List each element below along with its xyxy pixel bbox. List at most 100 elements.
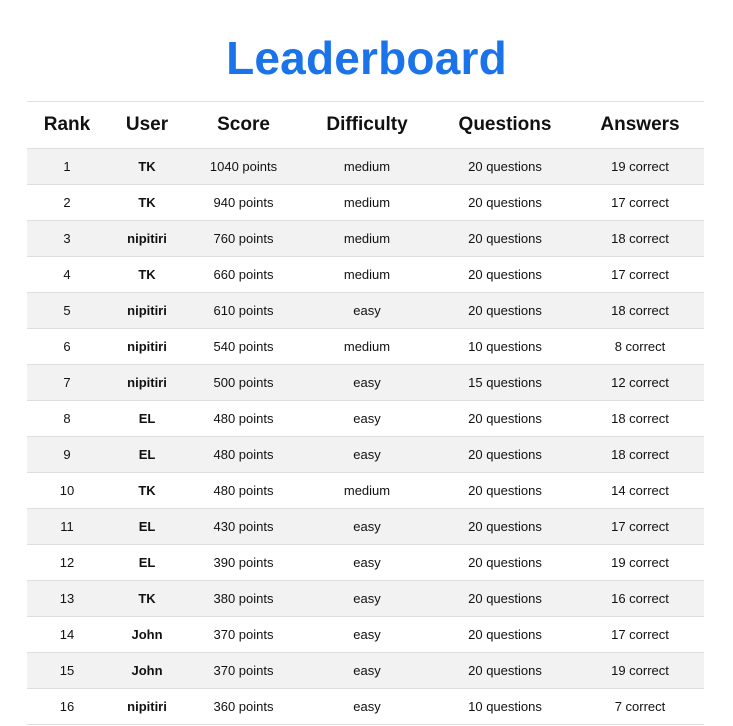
score-cell: 430 points: [187, 508, 300, 545]
user-cell: TK: [107, 148, 187, 185]
table-row: 6 nipitiri 540 points medium 10 questions 8 c…: [27, 328, 704, 365]
difficulty-cell: easy: [300, 364, 434, 401]
questions-cell: 10 questions: [434, 688, 576, 725]
score-cell: 940 points: [187, 184, 300, 221]
answers-cell: 14 correct: [576, 472, 704, 509]
score-cell: 480 points: [187, 472, 300, 509]
table-row: 13 TK 380 points easy 20 questions 16 correct: [27, 580, 704, 617]
rank-cell: 14: [27, 616, 107, 653]
rank-cell: 5: [27, 292, 107, 329]
table-row: 8 EL 480 points easy 20 questions 18 correct: [27, 400, 704, 437]
score-cell: 760 points: [187, 220, 300, 257]
questions-cell: 20 questions: [434, 400, 576, 437]
questions-cell: 20 questions: [434, 256, 576, 293]
column-header-difficulty[interactable]: Difficulty: [300, 101, 434, 149]
difficulty-cell: easy: [300, 688, 434, 725]
leaderboard-table: Rank User Score Difficulty Questions Ans…: [27, 101, 704, 725]
user-cell: nipitiri: [107, 220, 187, 257]
user-cell: nipitiri: [107, 328, 187, 365]
difficulty-cell: easy: [300, 508, 434, 545]
table-row: 15 John 370 points easy 20 questions 19 corre…: [27, 652, 704, 689]
table-body: 1 TK 1040 points medium 20 questions 19 corre…: [27, 148, 704, 725]
table-row: 9 EL 480 points easy 20 questions 18 correct: [27, 436, 704, 473]
user-cell: nipitiri: [107, 364, 187, 401]
questions-cell: 10 questions: [434, 328, 576, 365]
questions-cell: 20 questions: [434, 616, 576, 653]
user-cell: TK: [107, 256, 187, 293]
questions-cell: 20 questions: [434, 220, 576, 257]
score-cell: 660 points: [187, 256, 300, 293]
difficulty-cell: medium: [300, 148, 434, 185]
table-row: 14 John 370 points easy 20 questions 17 corre…: [27, 616, 704, 653]
rank-cell: 15: [27, 652, 107, 689]
difficulty-cell: easy: [300, 652, 434, 689]
table-row: 7 nipitiri 500 points easy 15 questions 12 co…: [27, 364, 704, 401]
column-header-questions[interactable]: Questions: [434, 101, 576, 149]
answers-cell: 18 correct: [576, 436, 704, 473]
difficulty-cell: medium: [300, 220, 434, 257]
questions-cell: 20 questions: [434, 184, 576, 221]
user-cell: EL: [107, 436, 187, 473]
difficulty-cell: easy: [300, 436, 434, 473]
difficulty-cell: medium: [300, 256, 434, 293]
answers-cell: 19 correct: [576, 544, 704, 581]
table-row: 1 TK 1040 points medium 20 questions 19 corre…: [27, 148, 704, 185]
score-cell: 610 points: [187, 292, 300, 329]
table-row: 3 nipitiri 760 points medium 20 questions 18 …: [27, 220, 704, 257]
questions-cell: 20 questions: [434, 148, 576, 185]
answers-cell: 12 correct: [576, 364, 704, 401]
rank-cell: 16: [27, 688, 107, 725]
answers-cell: 18 correct: [576, 220, 704, 257]
leaderboard-page: Leaderboard Rank User Score Difficulty Q…: [0, 0, 733, 726]
answers-cell: 19 correct: [576, 652, 704, 689]
questions-cell: 20 questions: [434, 436, 576, 473]
column-header-user[interactable]: User: [107, 101, 187, 149]
user-cell: EL: [107, 544, 187, 581]
answers-cell: 18 correct: [576, 400, 704, 437]
rank-cell: 2: [27, 184, 107, 221]
table-row: 16 nipitiri 360 points easy 10 questions 7 co…: [27, 688, 704, 725]
rank-cell: 3: [27, 220, 107, 257]
difficulty-cell: easy: [300, 580, 434, 617]
rank-cell: 12: [27, 544, 107, 581]
page-title: Leaderboard: [226, 32, 507, 84]
user-cell: nipitiri: [107, 292, 187, 329]
difficulty-cell: medium: [300, 472, 434, 509]
questions-cell: 20 questions: [434, 652, 576, 689]
score-cell: 480 points: [187, 400, 300, 437]
rank-cell: 9: [27, 436, 107, 473]
table-row: 10 TK 480 points medium 20 questions 14 corre…: [27, 472, 704, 509]
score-cell: 1040 points: [187, 148, 300, 185]
header-row: Rank User Score Difficulty Questions Ans…: [27, 101, 704, 149]
questions-cell: 20 questions: [434, 544, 576, 581]
column-header-rank[interactable]: Rank: [27, 101, 107, 149]
table-header: Rank User Score Difficulty Questions Ans…: [27, 101, 704, 149]
rank-cell: 6: [27, 328, 107, 365]
answers-cell: 18 correct: [576, 292, 704, 329]
rank-cell: 13: [27, 580, 107, 617]
user-cell: EL: [107, 400, 187, 437]
answers-cell: 17 correct: [576, 508, 704, 545]
difficulty-cell: medium: [300, 328, 434, 365]
difficulty-cell: easy: [300, 544, 434, 581]
answers-cell: 16 correct: [576, 580, 704, 617]
user-cell: EL: [107, 508, 187, 545]
difficulty-cell: easy: [300, 616, 434, 653]
questions-cell: 20 questions: [434, 508, 576, 545]
score-cell: 360 points: [187, 688, 300, 725]
user-cell: TK: [107, 580, 187, 617]
difficulty-cell: easy: [300, 400, 434, 437]
answers-cell: 19 correct: [576, 148, 704, 185]
answers-cell: 17 correct: [576, 256, 704, 293]
questions-cell: 15 questions: [434, 364, 576, 401]
column-header-score[interactable]: Score: [187, 101, 300, 149]
user-cell: TK: [107, 472, 187, 509]
questions-cell: 20 questions: [434, 580, 576, 617]
answers-cell: 7 correct: [576, 688, 704, 725]
user-cell: John: [107, 616, 187, 653]
rank-cell: 11: [27, 508, 107, 545]
rank-cell: 7: [27, 364, 107, 401]
column-header-answers[interactable]: Answers: [576, 101, 704, 149]
answers-cell: 17 correct: [576, 184, 704, 221]
answers-cell: 17 correct: [576, 616, 704, 653]
